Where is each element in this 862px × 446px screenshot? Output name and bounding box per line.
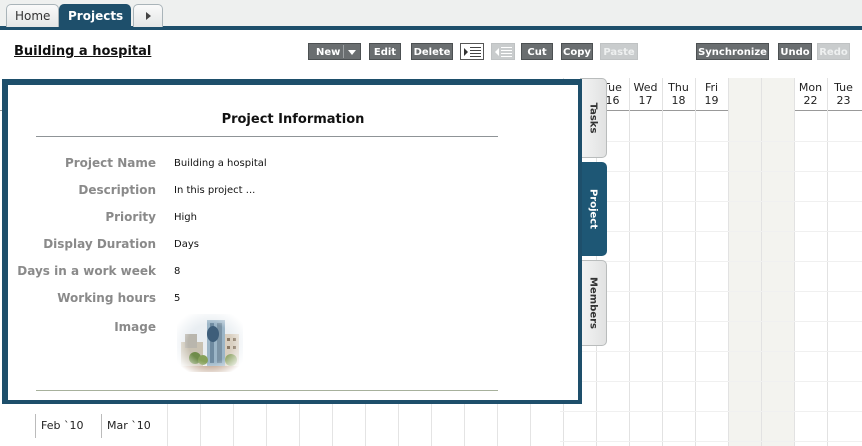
tab-project[interactable]: Project xyxy=(580,162,607,256)
field-label-project-name: Project Name xyxy=(64,156,156,170)
gantt-day-column[interactable] xyxy=(794,78,827,446)
field-value-description[interactable]: In this project ... xyxy=(174,185,255,196)
field-label-image: Image xyxy=(114,320,156,334)
divider xyxy=(343,45,344,58)
indent-icon xyxy=(464,48,468,56)
side-tabs: Tasks Project Members xyxy=(580,78,607,348)
tab-project-label: Project xyxy=(587,188,599,230)
panel-title: Project Information xyxy=(221,112,365,127)
indent-button[interactable] xyxy=(460,43,484,60)
field-label-description: Description xyxy=(78,183,156,197)
edit-button[interactable]: Edit xyxy=(369,43,401,60)
timeline-grid-line xyxy=(431,404,432,446)
new-button-label: New xyxy=(316,47,341,58)
divider xyxy=(36,136,498,137)
month-label-mar: Mar `10 xyxy=(101,414,167,438)
field-value-display-duration[interactable]: Days xyxy=(174,239,199,250)
gantt-day-column[interactable] xyxy=(695,78,728,446)
gantt-month-timeline: Feb `10 Mar `10 xyxy=(0,404,600,446)
undo-button[interactable]: Undo xyxy=(778,43,812,60)
tab-bar: Home Projects xyxy=(0,0,862,30)
field-value-priority[interactable]: High xyxy=(174,212,197,223)
toolbar: Building a hospital New Edit Delete Cut … xyxy=(0,34,862,78)
gantt-day-column[interactable] xyxy=(827,78,860,446)
gantt-day-column[interactable] xyxy=(761,78,794,446)
tab-projects[interactable]: Projects xyxy=(59,4,131,27)
timeline-grid-line xyxy=(266,404,267,446)
outdent-button[interactable] xyxy=(491,43,515,60)
field-value-project-name[interactable]: Building a hospital xyxy=(174,158,267,169)
project-info-panel: Project Information Project Name Buildin… xyxy=(2,79,582,404)
tab-members[interactable]: Members xyxy=(580,260,607,346)
gantt-row-line xyxy=(560,351,862,352)
synchronize-button[interactable]: Synchronize xyxy=(696,43,769,60)
field-value-days-in-work-week[interactable]: 8 xyxy=(174,266,180,277)
timeline-grid-line xyxy=(497,404,498,446)
project-title-link[interactable]: Building a hospital xyxy=(14,44,151,59)
tab-home[interactable]: Home xyxy=(6,4,59,27)
lines-icon xyxy=(501,47,512,57)
timeline-grid-line xyxy=(332,404,333,446)
divider xyxy=(36,390,498,391)
timeline-grid-line xyxy=(200,404,201,446)
chevron-down-icon[interactable] xyxy=(348,50,356,55)
copy-button[interactable]: Copy xyxy=(561,43,593,60)
gantt-day-column[interactable] xyxy=(728,78,761,446)
arrow-right-icon xyxy=(145,12,151,20)
gantt-row-line xyxy=(560,411,862,412)
outdent-icon xyxy=(495,48,499,56)
lines-icon xyxy=(470,47,481,57)
timeline-grid-line xyxy=(365,404,366,446)
month-label-feb: Feb `10 xyxy=(35,414,101,438)
gantt-day-column[interactable] xyxy=(629,78,662,446)
new-button[interactable]: New xyxy=(308,43,361,60)
gantt-row-line xyxy=(560,441,862,442)
paste-button[interactable]: Paste xyxy=(600,43,638,60)
field-value-working-hours[interactable]: 5 xyxy=(174,293,180,304)
gantt-row-line xyxy=(560,381,862,382)
tab-members-label: Members xyxy=(587,277,599,329)
timeline-grid-line xyxy=(464,404,465,446)
tab-tasks-label: Tasks xyxy=(587,102,599,134)
timeline-grid-line xyxy=(299,404,300,446)
gantt-day-column[interactable] xyxy=(662,78,695,446)
timeline-grid-line xyxy=(530,404,531,446)
field-label-priority: Priority xyxy=(105,210,156,224)
timeline-grid-line xyxy=(233,404,234,446)
tab-more-arrow[interactable] xyxy=(133,4,163,27)
redo-button[interactable]: Redo xyxy=(817,43,850,60)
field-label-days-in-work-week: Days in a work week xyxy=(17,264,156,278)
project-image[interactable] xyxy=(177,314,243,372)
field-label-working-hours: Working hours xyxy=(57,291,156,305)
delete-button[interactable]: Delete xyxy=(411,43,453,60)
timeline-grid-line xyxy=(167,404,168,446)
app-root: Home Projects Building a hospital New Ed… xyxy=(0,0,862,446)
tab-tasks[interactable]: Tasks xyxy=(580,78,607,158)
cut-button[interactable]: Cut xyxy=(521,43,553,60)
project-info-body: Project Information Project Name Buildin… xyxy=(8,85,578,400)
timeline-grid-line xyxy=(398,404,399,446)
field-label-display-duration: Display Duration xyxy=(43,237,156,251)
